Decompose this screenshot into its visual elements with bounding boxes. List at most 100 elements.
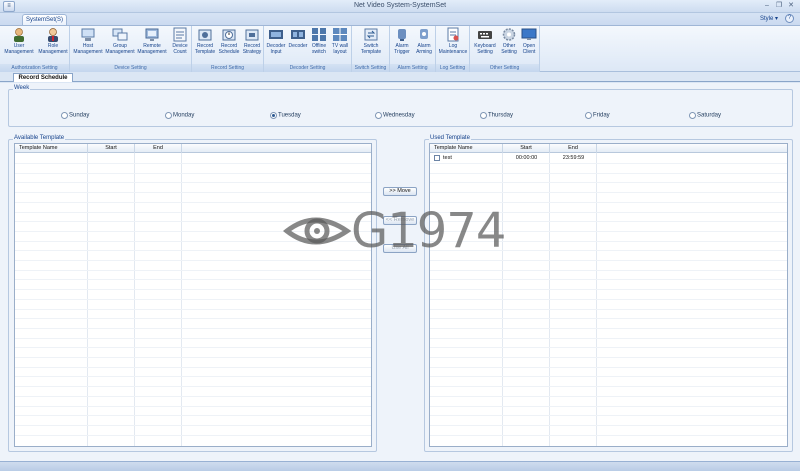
group-log: Log Maintenance Log Setting (436, 26, 470, 72)
row-checkbox[interactable] (434, 155, 440, 161)
remote-icon (144, 27, 160, 42)
grid-row-line (430, 357, 787, 358)
decoder-button[interactable]: Decoder (287, 27, 309, 63)
decoder-input-icon (268, 27, 284, 42)
radio-wednesday[interactable]: Wednesday (375, 112, 415, 119)
grid-row-line (430, 376, 787, 378)
grid-row-line (430, 163, 787, 164)
radio-friday[interactable]: Friday (585, 112, 610, 119)
grid-row-line (430, 260, 787, 261)
group-label: Decoder Setting (264, 64, 351, 72)
grid-row-line (430, 201, 787, 203)
alarm-trigger-button[interactable]: Alarm Trigger (391, 27, 413, 63)
grid-row-line (430, 230, 787, 232)
radio-thursday[interactable]: Thursday (480, 112, 513, 119)
group-management-button[interactable]: Group Management (105, 27, 135, 63)
style-menu[interactable]: Style ▾ (760, 15, 778, 22)
grid-row-line (15, 434, 371, 436)
grid-row-line (15, 376, 371, 378)
decoder-input-button[interactable]: Decoder Input (265, 27, 287, 63)
group-label: Other Setting (470, 64, 539, 72)
group-other: Keyboard Setting Other Setting Open Clie… (470, 26, 540, 72)
record-schedule-button[interactable]: Record Schedule (217, 27, 241, 63)
remote-management-button[interactable]: Remote Management (136, 27, 168, 63)
grid-row-line (15, 405, 371, 407)
grid-row-line (430, 308, 787, 310)
app-menu-button[interactable]: ≡ (3, 1, 15, 12)
radio-dot (165, 112, 172, 119)
grid-row-line (430, 269, 787, 271)
window-title: Net Video System-SystemSet (353, 2, 447, 9)
grid-row-line (15, 211, 371, 213)
keyboard-setting-button[interactable]: Keyboard Setting (471, 27, 499, 63)
group-record: Record Template Record Schedule Record S… (192, 26, 264, 72)
radio-saturday[interactable]: Saturday (689, 112, 721, 119)
tv-wall-layout-button[interactable]: TV wall layout (329, 27, 351, 63)
row-start: 00:00:00 (515, 155, 538, 161)
switch-template-icon (363, 27, 379, 42)
open-client-button[interactable]: Open Client (519, 27, 539, 63)
use-all-button[interactable]: Use All (383, 244, 417, 253)
tab-systemset[interactable]: SystemSet(S) (22, 14, 67, 25)
column-start[interactable]: Start (503, 144, 550, 153)
column-template-name[interactable]: Template Name (15, 144, 88, 153)
grid-row-line (430, 347, 787, 349)
grid-row-line (15, 289, 371, 291)
column-start[interactable]: Start (88, 144, 135, 153)
group-device: Host Management Group Management Remote … (70, 26, 192, 72)
offline-switch-button[interactable]: Offline switch (309, 27, 329, 63)
alarm-arming-button[interactable]: Alarm Arming (413, 27, 435, 63)
user-management-button[interactable]: User Management (2, 27, 36, 63)
alarm-arming-icon (416, 27, 432, 42)
grid-row-line (15, 318, 371, 320)
group-authorization: User Management Role Management Authoriz… (0, 26, 70, 72)
record-template-icon (197, 27, 213, 42)
table-row[interactable]: test 00:00:00 23:59:59 (430, 154, 787, 163)
monitor-icon (521, 27, 537, 42)
remove-button[interactable]: << Remove (383, 216, 417, 225)
minimize-button[interactable]: – (762, 1, 772, 11)
grid-row-line (15, 250, 371, 252)
column-end[interactable]: End (550, 144, 597, 153)
restore-button[interactable]: ❐ (774, 1, 784, 11)
close-button[interactable]: ✕ (786, 1, 796, 11)
role-management-button[interactable]: Role Management (37, 27, 69, 63)
grid-row-line (15, 298, 371, 300)
radio-sunday[interactable]: Sunday (61, 112, 89, 119)
radio-tuesday[interactable]: Tuesday (270, 112, 301, 119)
record-template-button[interactable]: Record Template (193, 27, 217, 63)
column-template-name[interactable]: Template Name (430, 144, 503, 153)
week-legend: Week (13, 85, 31, 91)
group-alarm: Alarm Trigger Alarm Arming Alarm Setting (390, 26, 436, 72)
radio-monday[interactable]: Monday (165, 112, 194, 119)
switch-template-button[interactable]: Switch Template (355, 27, 387, 63)
tab-record-schedule[interactable]: Record Schedule (13, 73, 73, 82)
help-icon[interactable]: ? (785, 14, 794, 23)
grid-row-line (15, 357, 371, 358)
column-end[interactable]: End (135, 144, 182, 153)
decoder-icon (290, 27, 306, 42)
grid-row-line (15, 337, 371, 339)
log-maintenance-button[interactable]: Log Maintenance (437, 27, 469, 63)
alarm-trigger-icon (394, 27, 410, 42)
record-strategy-button[interactable]: Record Strategy (241, 27, 263, 63)
grid-row-line (15, 366, 371, 368)
grid-row-line (430, 318, 787, 320)
grid-row-line (15, 230, 371, 232)
count-icon (172, 27, 188, 42)
grid-row-line (430, 250, 787, 252)
move-button[interactable]: >> Move (383, 187, 417, 196)
group-switch: Switch Template Switch Setting (352, 26, 390, 72)
grid-row-line (15, 172, 371, 174)
grid-row-line (15, 163, 371, 164)
device-count-button[interactable]: Device Count (169, 27, 191, 63)
grid-row-line (430, 172, 787, 174)
grid-row-line (430, 221, 787, 223)
host-management-button[interactable]: Host Management (72, 27, 104, 63)
other-setting-button[interactable]: Other Setting (499, 27, 519, 63)
grid-row-line (15, 269, 371, 271)
record-strategy-icon (244, 27, 260, 42)
group-label: Switch Setting (352, 64, 389, 72)
available-template-table[interactable]: Template Name Start End (14, 143, 372, 447)
used-template-table[interactable]: Template Name Start End test 00:00:00 23… (429, 143, 788, 447)
